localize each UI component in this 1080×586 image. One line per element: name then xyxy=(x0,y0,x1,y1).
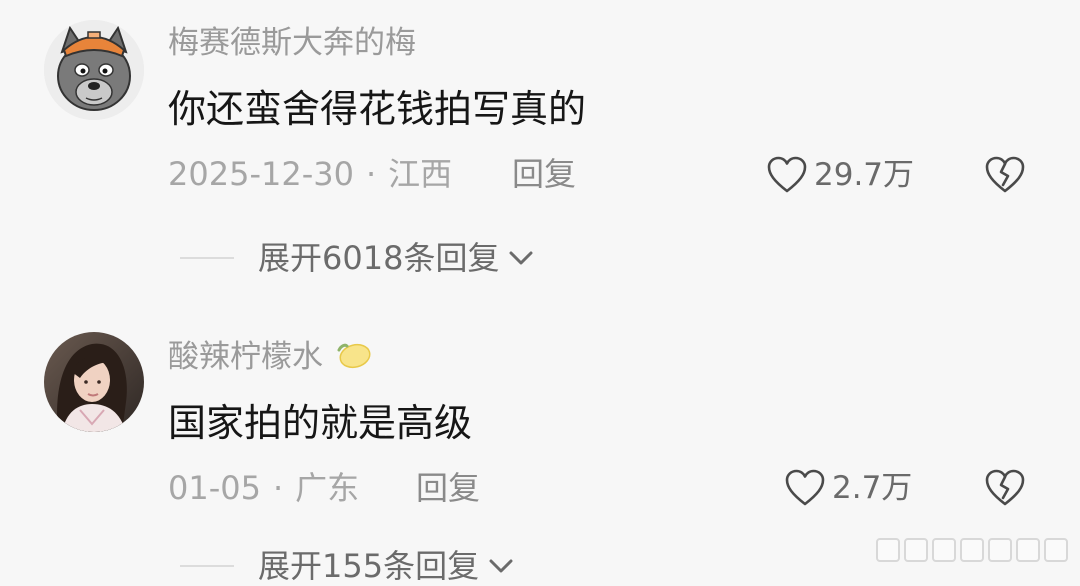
avatar[interactable] xyxy=(44,332,144,432)
watermark-square xyxy=(932,538,956,562)
comment-location: 广东 xyxy=(295,469,360,507)
like-button[interactable]: 2.7万 xyxy=(784,468,912,508)
watermark-square xyxy=(960,538,984,562)
reply-button[interactable]: 回复 xyxy=(416,472,480,504)
watermark-logo xyxy=(876,538,1068,562)
like-count: 2.7万 xyxy=(832,469,913,506)
heart-outline-icon xyxy=(785,469,825,506)
username-text: 酸辣柠檬水 xyxy=(168,339,323,375)
dislike-button[interactable] xyxy=(984,468,1026,508)
expand-replies-label: 展开155条回复 xyxy=(258,547,480,585)
divider-line xyxy=(180,565,234,567)
watermark-square xyxy=(876,538,900,562)
lemon-emoji-icon xyxy=(337,343,371,369)
watermark-square xyxy=(904,538,928,562)
broken-heart-icon xyxy=(985,469,1025,506)
comment-date: 01-05 xyxy=(168,469,261,507)
comment-meta: 01-05 · 广东 xyxy=(168,472,359,504)
watermark-square xyxy=(1016,538,1040,562)
watermark-square xyxy=(988,538,1012,562)
username[interactable]: 酸辣柠檬水 xyxy=(168,340,373,373)
photo-avatar-icon xyxy=(44,332,144,432)
expand-replies-button[interactable]: 展开155条回复 xyxy=(180,546,515,586)
comment-item: 酸辣柠檬水 国家拍的就是高级 01-05 · 广东 回复 2.7万 展开155条回复 xyxy=(0,0,1080,582)
separator-dot: · xyxy=(272,469,284,507)
comment-text: 国家拍的就是高级 xyxy=(168,401,473,445)
watermark-square xyxy=(1044,538,1068,562)
chevron-down-icon xyxy=(489,559,513,573)
